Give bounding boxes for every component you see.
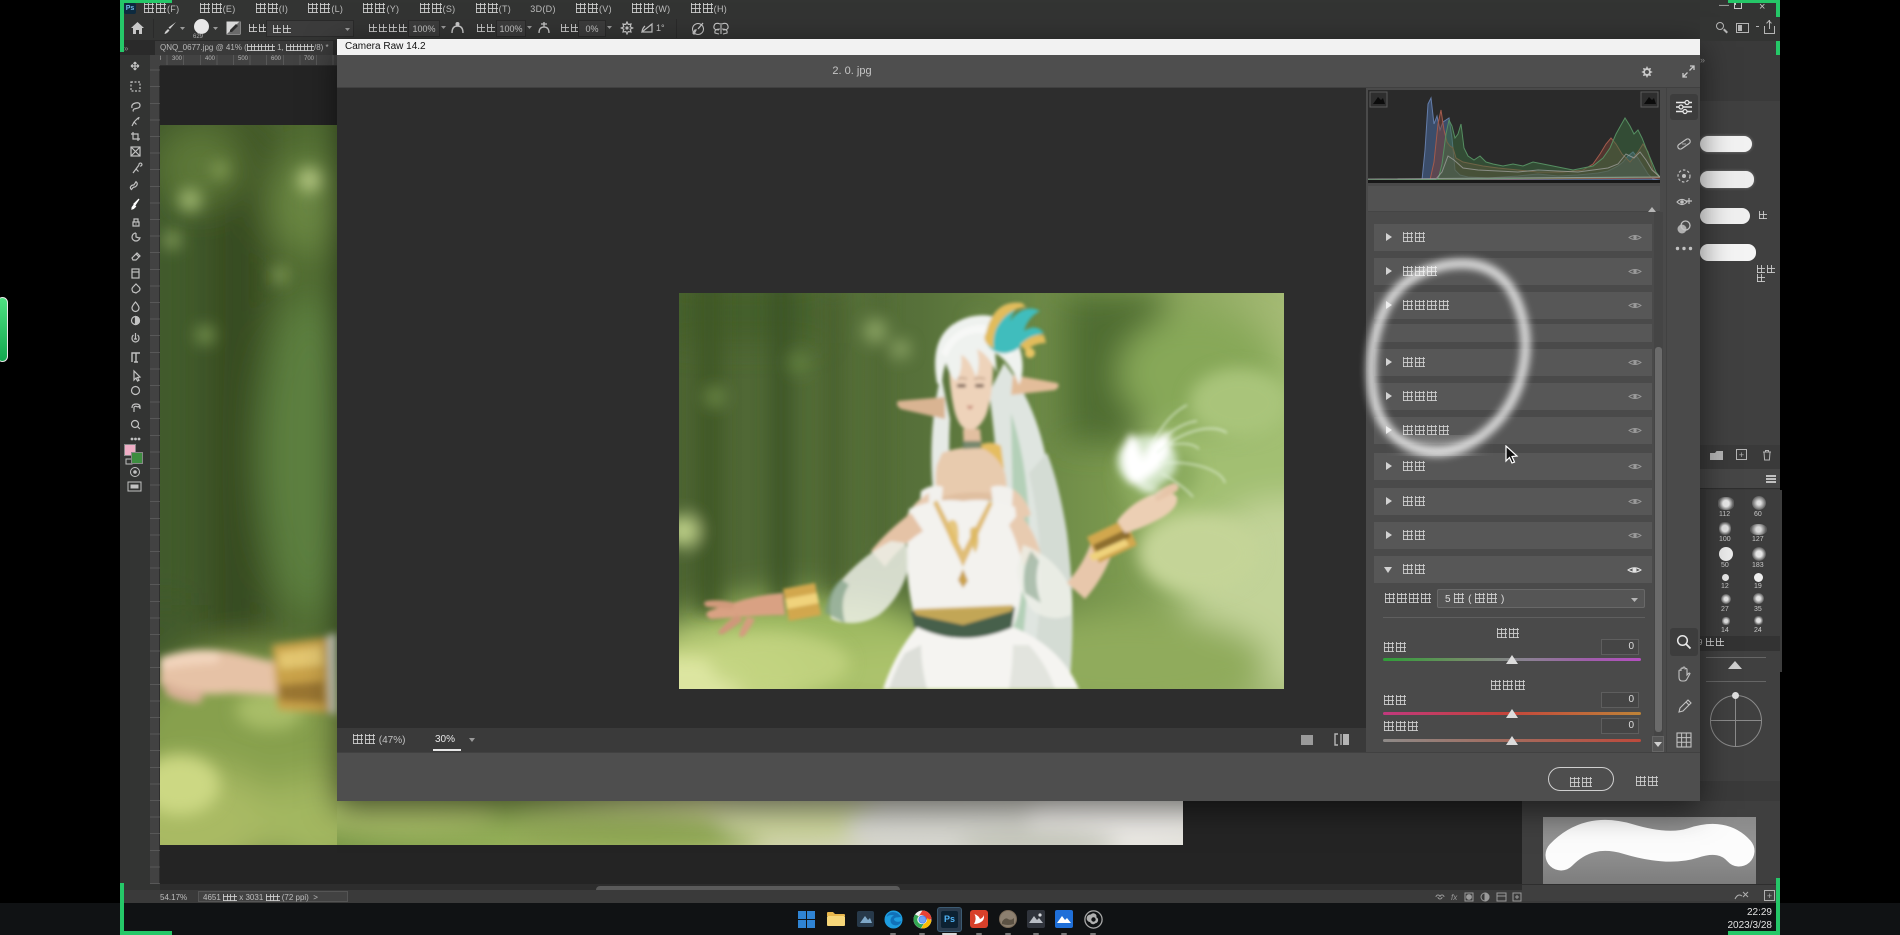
svg-text:fx: fx [1451,893,1458,902]
